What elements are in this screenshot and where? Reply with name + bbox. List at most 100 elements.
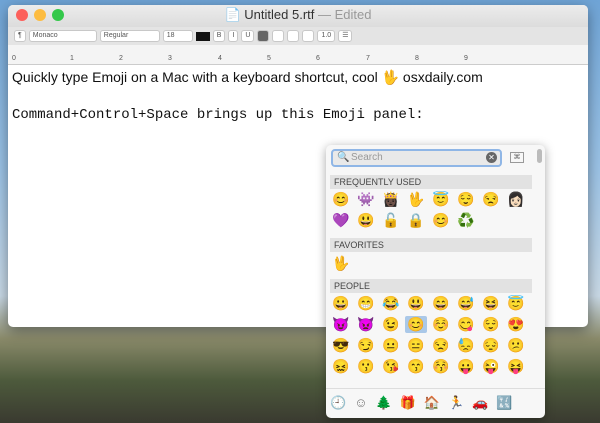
section-header: FAVORITES: [330, 238, 532, 252]
emoji-item[interactable]: 👾: [355, 191, 377, 208]
zoom-button[interactable]: [52, 9, 64, 21]
category-travel-icon[interactable]: 🏃: [448, 395, 464, 412]
emoji-item[interactable]: 😛: [455, 358, 477, 375]
emoji-item[interactable]: 😊: [430, 212, 452, 229]
emoji-item[interactable]: 😎: [330, 337, 352, 354]
emoji-item[interactable]: 😊: [330, 191, 352, 208]
bold-button[interactable]: B: [212, 30, 226, 42]
section-header: PEOPLE: [330, 279, 532, 293]
emoji-item[interactable]: 😊: [405, 316, 427, 333]
emoji-item[interactable]: 🔒: [405, 212, 427, 229]
window-title: Untitled 5.rtf: [244, 7, 315, 22]
emoji-panel: 🔍 Search ✕ ⌘ FREQUENTLY USED FAVORITES P…: [326, 145, 545, 418]
ruler[interactable]: 0 1 2 3 4 5 6 7 8 9: [8, 45, 588, 65]
emoji-item[interactable]: 😈: [330, 316, 352, 333]
title-bar: 📄 Untitled 5.rtf — Edited: [8, 5, 588, 27]
emoji-item[interactable]: 😉: [380, 316, 402, 333]
emoji-item[interactable]: 😋: [455, 316, 477, 333]
italic-button[interactable]: I: [228, 30, 239, 42]
list-select[interactable]: ☰: [338, 30, 353, 42]
emoji-item[interactable]: 😏: [355, 337, 377, 354]
text-color-swatch[interactable]: [195, 31, 210, 41]
emoji-item[interactable]: 💜: [330, 212, 352, 229]
search-icon: 🔍: [337, 152, 350, 163]
emoji-item[interactable]: 😘: [380, 358, 402, 375]
emoji-item[interactable]: 😀: [330, 295, 352, 312]
emoji-item[interactable]: 😂: [380, 295, 402, 312]
ruler-label: 3: [168, 55, 172, 62]
emoji-item[interactable]: 😜: [480, 358, 502, 375]
category-flags-icon[interactable]: 🔣: [496, 395, 512, 412]
category-nature-icon[interactable]: 🌲: [375, 395, 391, 412]
edited-status: — Edited: [318, 7, 372, 22]
emoji-item[interactable]: 👿: [355, 316, 377, 333]
emoji-item[interactable]: 😄: [430, 295, 452, 312]
emoji-item[interactable]: 🖖: [405, 191, 427, 208]
clear-icon[interactable]: ✕: [486, 152, 497, 163]
emoji-item[interactable]: 😙: [405, 358, 427, 375]
emoji-item[interactable]: 👸🏿: [380, 191, 402, 208]
emoji-item[interactable]: 😖: [330, 358, 352, 375]
emoji-item[interactable]: 😔: [480, 337, 502, 354]
emoji-item[interactable]: 😃: [405, 295, 427, 312]
search-placeholder: Search: [351, 152, 383, 163]
emoji-item[interactable]: 😆: [480, 295, 502, 312]
emoji-item[interactable]: 😇: [505, 295, 527, 312]
align-right-button[interactable]: [287, 30, 300, 42]
emoji-item[interactable]: ☺️: [430, 316, 452, 333]
emoji-item[interactable]: 😑: [405, 337, 427, 354]
close-button[interactable]: [16, 9, 28, 21]
text-line: Quickly type Emoji on a Mac with a keybo…: [12, 69, 483, 85]
emoji-item[interactable]: 😒: [430, 337, 452, 354]
paragraph-styles[interactable]: ¶: [14, 30, 26, 42]
document-body[interactable]: Quickly type Emoji on a Mac with a keybo…: [8, 65, 588, 133]
emoji-item[interactable]: 😝: [505, 358, 527, 375]
emoji-item[interactable]: 😒: [480, 191, 502, 208]
emoji-item[interactable]: ♻️: [455, 212, 477, 229]
emoji-item[interactable]: 😃: [355, 212, 377, 229]
emoji-item[interactable]: 😌: [455, 191, 477, 208]
emoji-item[interactable]: 😇: [430, 191, 452, 208]
emoji-item[interactable]: 😚: [430, 358, 452, 375]
scrollbar[interactable]: [537, 149, 542, 163]
emoji-item[interactable]: 😓: [455, 337, 477, 354]
font-family-select[interactable]: Monaco: [28, 30, 97, 42]
category-recent-icon[interactable]: 🕘: [330, 395, 346, 412]
category-people-icon[interactable]: ☺: [354, 395, 367, 412]
format-toolbar: ¶ Monaco Regular 18 B I U 1.0 ☰: [8, 27, 588, 45]
font-style-select[interactable]: Regular: [99, 30, 160, 42]
emoji-item[interactable]: 😐: [380, 337, 402, 354]
emoji-item[interactable]: 😁: [355, 295, 377, 312]
ruler-label: 5: [267, 55, 271, 62]
align-center-button[interactable]: [272, 30, 285, 42]
ruler-label: 7: [366, 55, 370, 62]
emoji-item[interactable]: 🖖: [330, 255, 352, 272]
ruler-label: 9: [464, 55, 468, 62]
emoji-item[interactable]: 😌: [480, 316, 502, 333]
minimize-button[interactable]: [34, 9, 46, 21]
category-bar: 🕘 ☺ 🌲 🎁 🏠 🏃 🚗 🔣: [326, 388, 545, 418]
text-line: Command+Control+Space brings up this Emo…: [12, 107, 424, 123]
ruler-label: 0: [12, 55, 16, 62]
underline-button[interactable]: U: [241, 30, 255, 42]
ruler-label: 8: [415, 55, 419, 62]
emoji-item[interactable]: 👩🏻: [505, 191, 527, 208]
section-header: FREQUENTLY USED: [330, 175, 532, 189]
search-input[interactable]: 🔍 Search ✕: [331, 149, 502, 167]
emoji-item[interactable]: 🔓: [380, 212, 402, 229]
align-left-button[interactable]: [257, 30, 270, 42]
category-objects-icon[interactable]: 🎁: [400, 395, 416, 412]
justify-button[interactable]: [302, 30, 315, 42]
emoji-item[interactable]: 😕: [505, 337, 527, 354]
document-icon: 📄: [224, 7, 241, 22]
font-size-select[interactable]: 18: [162, 30, 193, 42]
character-viewer-button[interactable]: ⌘: [510, 152, 524, 163]
emoji-item[interactable]: 😅: [455, 295, 477, 312]
emoji-item[interactable]: 😗: [355, 358, 377, 375]
category-symbols-icon[interactable]: 🚗: [472, 395, 488, 412]
category-places-icon[interactable]: 🏠: [424, 395, 440, 412]
ruler-label: 2: [119, 55, 123, 62]
ruler-label: 4: [218, 55, 222, 62]
line-spacing-select[interactable]: 1.0: [317, 30, 336, 42]
emoji-item[interactable]: 😍: [505, 316, 527, 333]
